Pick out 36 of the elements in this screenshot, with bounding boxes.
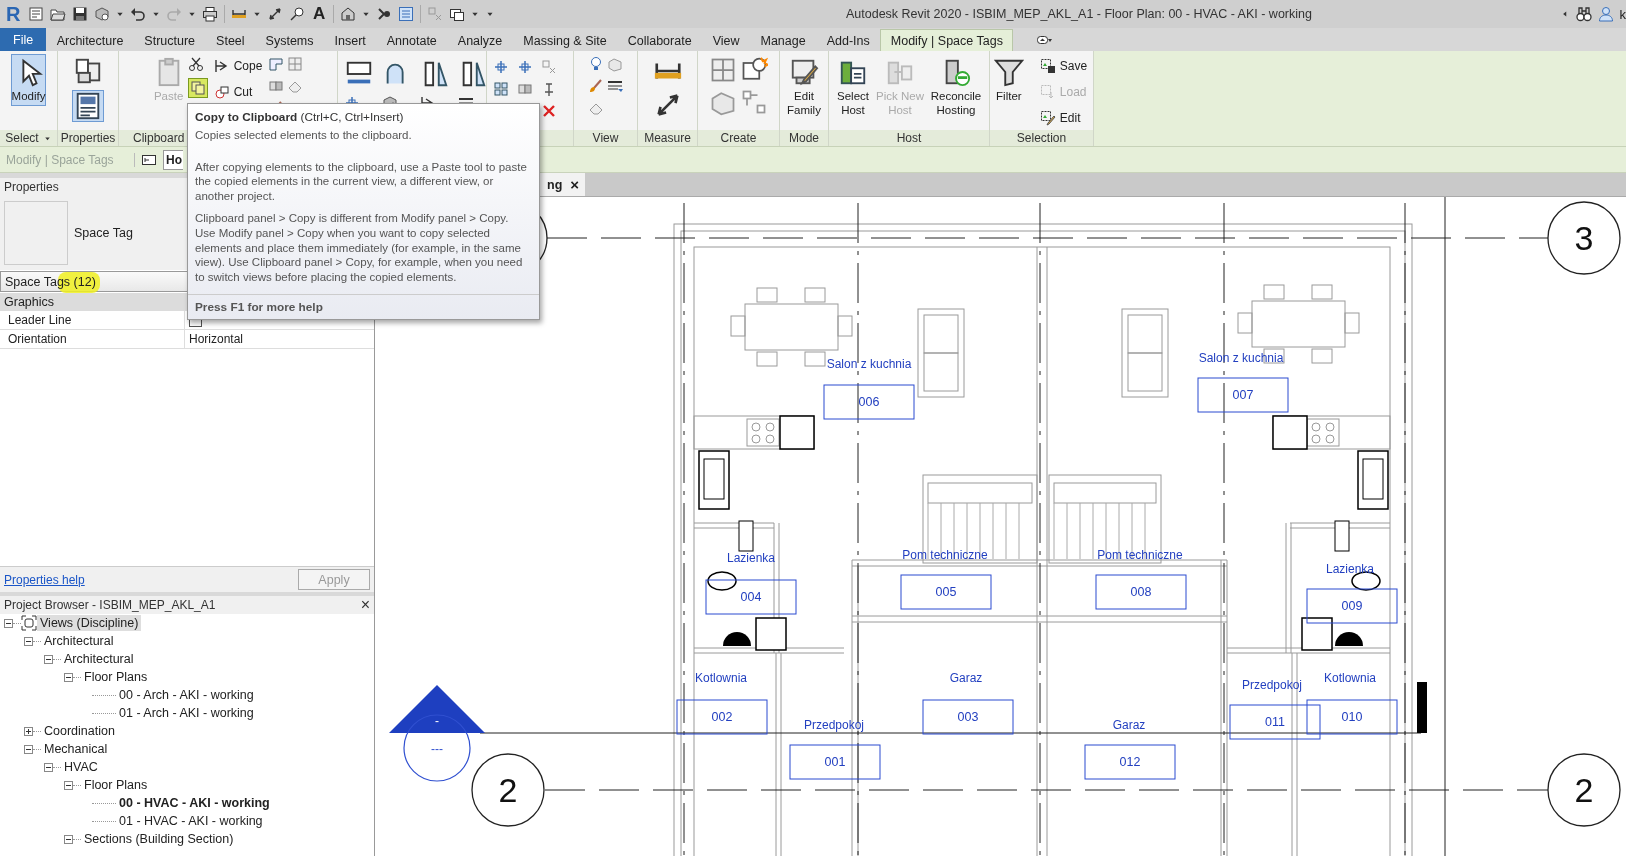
tooltip-title: Copy to Clipboard (Ctrl+C, Ctrl+Insert) <box>195 110 405 124</box>
tooltip-footer: Press F1 for more help <box>188 294 539 320</box>
room-name: Kotlownia <box>695 671 747 685</box>
room-name: Salon z kuchnia <box>826 357 912 371</box>
grid-bubble: 2 <box>471 753 545 827</box>
room-name: Lazienka <box>1326 562 1374 576</box>
panel-label: Select <box>5 131 39 145</box>
room-name: Garaz <box>949 671 983 685</box>
window-title: Autodesk Revit 2020 - ISBIM_MEP_AKL_A1 - Floor Plan: 00 - HVAC - AKI - working <box>846 7 1313 21</box>
room-name: Kotlownia <box>1324 671 1376 685</box>
panel-title: Project Browser - ISBIM_MEP_AKL_A1 <box>4 598 216 612</box>
room-name: Przedpokoj <box>1242 678 1302 692</box>
grid-bubble: 3 <box>1547 201 1621 275</box>
tooltip-text: Copies selected elements to the clipboard. <box>195 128 413 143</box>
room-name: Pom techniczne <box>902 548 988 562</box>
panel-label: Measure <box>644 131 691 145</box>
room-name: Garaz <box>1112 718 1146 732</box>
panel-label: View <box>592 131 619 145</box>
property-name: Orientation <box>0 330 185 348</box>
panel-label: Mode <box>789 131 819 145</box>
type-name: Space Tag <box>74 226 133 240</box>
panel-label: Selection <box>1016 131 1067 145</box>
section-head: - --- <box>389 685 485 782</box>
room-name: Pom techniczne <box>1097 548 1183 562</box>
panel-label: Clipboard <box>133 131 185 145</box>
property-name: Leader Line <box>0 311 185 329</box>
tooltip-text: After copying elements to the clipboard, use a Paste tool to paste the copied elements in the current view, a different view, or another project. <box>195 159 528 204</box>
panel-label: Create <box>720 131 757 145</box>
panel-label: Host <box>896 131 922 145</box>
room-name: Przedpokoj <box>804 718 864 732</box>
panel-title: Properties <box>4 180 59 194</box>
grid-bubble: 2 <box>1547 753 1621 827</box>
room-name: Lazienka <box>727 551 775 565</box>
context-label: Modify | Space Tags <box>6 152 135 167</box>
room-name: Salon z kuchnia <box>1198 351 1284 365</box>
panel-label: Properties <box>60 131 116 145</box>
